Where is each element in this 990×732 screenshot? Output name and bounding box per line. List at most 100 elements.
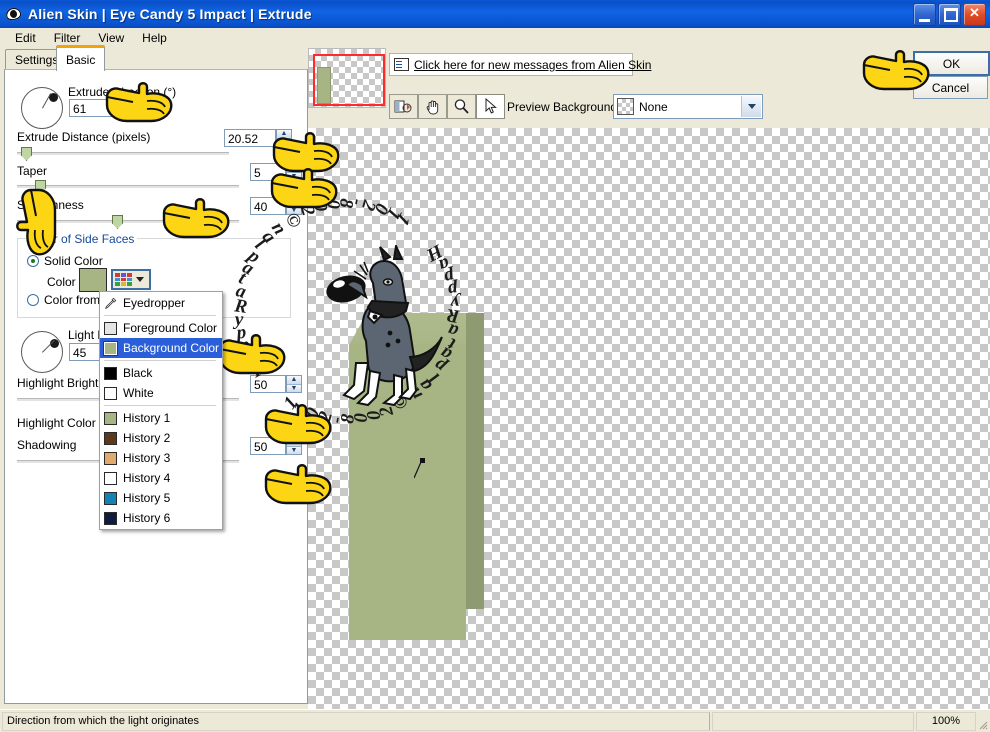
close-button[interactable]: ✕: [963, 3, 986, 26]
dropdown-separator: [104, 360, 216, 361]
color-grid-icon: [115, 273, 132, 286]
chevron-down-icon: [136, 277, 144, 282]
dropdown-item-label: Background Color: [123, 341, 220, 355]
dropdown-item-white[interactable]: White: [100, 383, 222, 403]
highlight-color-label: Highlight Color: [17, 416, 96, 430]
dropdown-item-label: History 5: [123, 491, 171, 505]
taper-slider[interactable]: [17, 180, 239, 194]
resize-grip-icon[interactable]: [976, 718, 988, 730]
mascot-dog-illustration: [326, 245, 443, 407]
smoothness-spinner[interactable]: ▲ ▼: [286, 197, 302, 215]
eye-icon: [4, 5, 23, 23]
dropdown-item-label: White: [123, 386, 154, 400]
taper-input[interactable]: 5: [250, 163, 286, 181]
side-face-color-swatch[interactable]: [79, 268, 107, 292]
menu-bar: Edit Filter View Help: [0, 28, 990, 48]
message-link[interactable]: Click here for new messages from Alien S…: [414, 58, 651, 72]
title-bar: Alien Skin | Eye Candy 5 Impact | Extrud…: [0, 0, 990, 28]
swatch-icon: [104, 386, 117, 400]
swatch-icon: [104, 411, 117, 425]
dropdown-item-foreground-color[interactable]: Foreground Color: [100, 318, 222, 338]
extrude-distance-spinner[interactable]: ▲ ▼: [276, 129, 292, 147]
arrow-icon[interactable]: [476, 94, 505, 119]
minimize-button[interactable]: [913, 3, 936, 26]
solid-color-label: Solid Color: [44, 254, 103, 268]
dropdown-item-label: History 4: [123, 471, 171, 485]
preview-background-value: None: [639, 99, 668, 114]
dropdown-item-history-4[interactable]: History 4: [100, 468, 222, 488]
shadowing-label: Shadowing: [17, 438, 77, 452]
preview-tool-buttons: [389, 94, 505, 119]
dropdown-item-history-1[interactable]: History 1: [100, 408, 222, 428]
dropdown-item-background-color[interactable]: Background Color: [100, 338, 222, 358]
swatch-icon: [104, 431, 117, 445]
dropdown-item-history-2[interactable]: History 2: [100, 428, 222, 448]
swatch-icon: [104, 491, 117, 505]
tab-strip: Settings Basic: [0, 45, 306, 71]
extrude-direction-spinner[interactable]: ▲ ▼: [125, 99, 141, 117]
swatch-icon: [104, 451, 117, 465]
color-from-original-radio[interactable]: [27, 294, 39, 306]
eyedropper-icon: [104, 297, 117, 310]
extrude-distance-slider[interactable]: [17, 147, 229, 161]
maximize-button[interactable]: [938, 3, 961, 26]
status-hint: Direction from which the light originate…: [2, 711, 710, 731]
cancel-button[interactable]: Cancel: [913, 76, 988, 99]
swatch-icon: [104, 511, 117, 525]
extrude-distance-label: Extrude Distance (pixels): [17, 130, 151, 144]
extrude-direction-input[interactable]: 61: [69, 99, 125, 117]
color-dropdown-menu[interactable]: Eyedropper Foreground Color Background C…: [99, 291, 223, 530]
dropdown-item-label: History 2: [123, 431, 171, 445]
window-buttons: ✕: [913, 3, 986, 26]
preview-split-icon[interactable]: [389, 94, 418, 119]
hand-icon[interactable]: [418, 94, 447, 119]
dropdown-item-history-6[interactable]: History 6: [100, 508, 222, 528]
side-faces-group-title: Color of Side Faces: [26, 232, 138, 246]
alien-skin-message-bar[interactable]: Click here for new messages from Alien S…: [389, 53, 651, 76]
message-icon: [394, 58, 409, 71]
menu-item-view[interactable]: View: [89, 30, 133, 46]
solid-color-radio[interactable]: [27, 255, 39, 267]
extrude-shape-side-face: [466, 313, 484, 609]
smoothness-label: Smoothness: [17, 198, 84, 212]
highlight-brightness-spinner[interactable]: ▲ ▼: [286, 375, 302, 393]
preview-thumbnail[interactable]: [308, 48, 386, 108]
extrude-direction-dial[interactable]: [21, 87, 63, 129]
preview-background-select[interactable]: None: [613, 94, 763, 119]
highlight-brightness-input[interactable]: 50: [250, 375, 286, 393]
dropdown-separator: [104, 405, 216, 406]
dropdown-item-label: Eyedropper: [123, 296, 186, 310]
color-label: Color: [47, 275, 76, 289]
light-direction-dial[interactable]: [21, 331, 63, 373]
extrude-distance-input[interactable]: 20.52: [224, 129, 276, 147]
menu-item-filter[interactable]: Filter: [45, 30, 90, 46]
swatch-icon: [104, 366, 117, 380]
window-title: Alien Skin | Eye Candy 5 Impact | Extrud…: [28, 6, 312, 22]
shadowing-spinner[interactable]: ▲ ▼: [286, 437, 302, 455]
color-picker-button[interactable]: [111, 269, 151, 290]
preview-background-label: Preview Background:: [507, 100, 621, 114]
tab-basic[interactable]: Basic: [56, 45, 106, 71]
dropdown-item-history-5[interactable]: History 5: [100, 488, 222, 508]
zoom-icon[interactable]: [447, 94, 476, 119]
status-zoom-level: 100%: [916, 711, 976, 731]
extrude-direction-label: Extrude Direction (°): [68, 85, 177, 99]
swatch-icon: [103, 340, 118, 356]
menu-item-edit[interactable]: Edit: [6, 30, 45, 46]
ok-button[interactable]: OK: [913, 51, 990, 76]
smoothness-slider[interactable]: [17, 215, 239, 229]
taper-spinner[interactable]: ▲ ▼: [286, 163, 302, 181]
dropdown-item-black[interactable]: Black: [100, 363, 222, 383]
shadowing-input[interactable]: 50: [250, 437, 286, 455]
dropdown-item-label: History 6: [123, 511, 171, 525]
dropdown-item-eyedropper[interactable]: Eyedropper: [100, 293, 222, 313]
swatch-icon: [104, 321, 117, 335]
smoothness-input[interactable]: 40: [250, 197, 286, 215]
status-progress-area: [712, 711, 914, 731]
taper-label: Taper: [17, 164, 48, 178]
dropdown-item-history-3[interactable]: History 3: [100, 448, 222, 468]
thumbnail-selection-box[interactable]: [313, 54, 385, 106]
menu-item-help[interactable]: Help: [133, 30, 176, 46]
chevron-down-icon[interactable]: [741, 96, 761, 117]
dropdown-item-label: Foreground Color: [123, 321, 218, 335]
